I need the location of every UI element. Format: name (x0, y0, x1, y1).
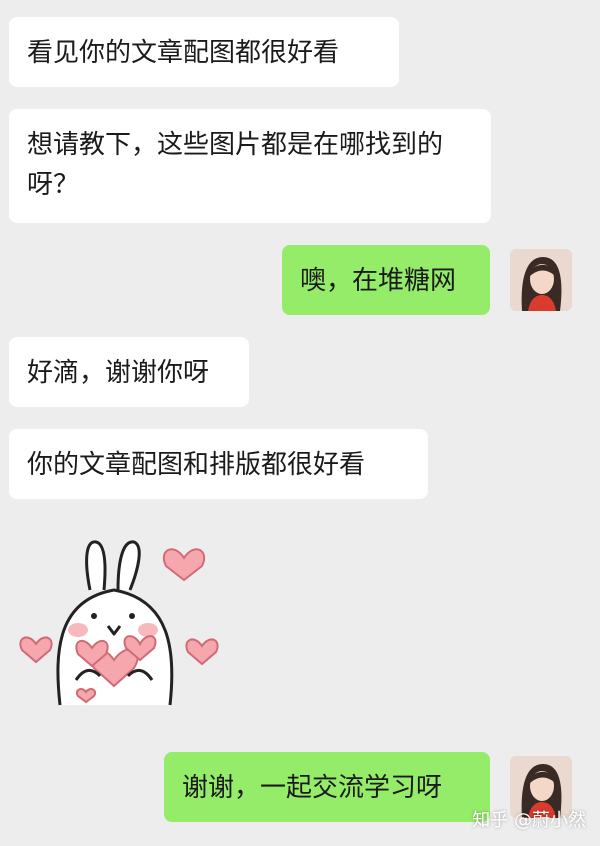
message-text: 好滴，谢谢你呀 (27, 358, 210, 388)
avatar[interactable] (510, 249, 572, 311)
message-text: 噢，在堆糖网 (300, 266, 457, 296)
incoming-message-bubble[interactable]: 你的文章配图和排版都很好看 (9, 429, 428, 499)
message-text: 谢谢，一起交流学习呀 (182, 773, 443, 803)
incoming-message-bubble[interactable]: 好滴，谢谢你呀 (9, 337, 249, 407)
message-text: 想请教下，这些图片都是在哪找到的呀？ (27, 130, 444, 200)
bunny-hearts-sticker[interactable] (14, 530, 234, 720)
message-text: 看见你的文章配图都很好看 (27, 38, 340, 68)
message-text: 你的文章配图和排版都很好看 (27, 450, 366, 480)
outgoing-message-bubble[interactable]: 谢谢，一起交流学习呀 (164, 752, 490, 822)
outgoing-message-bubble[interactable]: 噢，在堆糖网 (282, 245, 490, 315)
incoming-message-bubble[interactable]: 想请教下，这些图片都是在哪找到的呀？ (9, 109, 491, 223)
incoming-message-bubble[interactable]: 看见你的文章配图都很好看 (9, 17, 399, 87)
watermark: 知乎 @蔚小然 (472, 810, 586, 831)
